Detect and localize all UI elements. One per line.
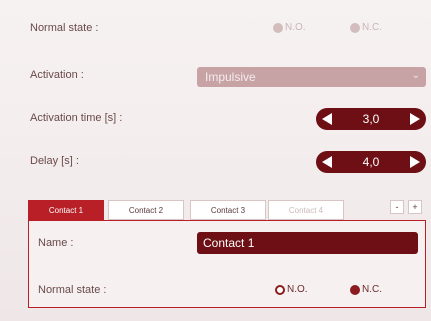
radio-label: N.O. [287, 284, 308, 295]
decrement-arrow-icon[interactable] [322, 113, 332, 125]
activation-label: Activation : [30, 69, 84, 81]
radio-dot-icon [350, 284, 360, 295]
radio-dot-icon [273, 22, 283, 33]
remove-contact-button[interactable]: - [390, 200, 404, 214]
delay-stepper[interactable]: 4,0 [316, 151, 426, 173]
tab-contact-3[interactable]: Contact 3 [190, 200, 266, 220]
activation-select[interactable]: Impulsive ⌄ [197, 67, 426, 87]
activation-time-stepper[interactable]: 3,0 [316, 108, 426, 130]
decrement-arrow-icon[interactable] [322, 156, 332, 168]
contact-name-input[interactable]: Contact 1 [197, 232, 418, 254]
add-contact-button[interactable]: + [408, 200, 422, 214]
tab-contact-2[interactable]: Contact 2 [108, 200, 184, 220]
radio-dot-icon [350, 22, 360, 33]
tab-contact-4[interactable]: Contact 4 [268, 200, 344, 220]
radio-selected-icon [275, 284, 285, 295]
increment-arrow-icon[interactable] [410, 113, 420, 125]
radio-label: N.C. [362, 284, 382, 295]
chevron-down-icon: ⌄ [411, 70, 420, 81]
activation-time-label: Activation time [s] : [30, 112, 123, 124]
radio-label: N.C. [362, 22, 382, 33]
increment-arrow-icon[interactable] [410, 156, 420, 168]
activation-value: Impulsive [205, 70, 256, 84]
delay-value: 4,0 [362, 155, 380, 169]
activation-time-value: 3,0 [362, 112, 380, 126]
normal-state-label: Normal state : [30, 22, 99, 34]
normal-state-no-radio[interactable]: N.O. [273, 22, 306, 33]
contact-settings-panel: Normal state : N.O. N.C. Activation : Im… [0, 0, 431, 321]
normal-state-nc-radio[interactable]: N.C. [350, 22, 382, 33]
radio-label: N.O. [285, 22, 306, 33]
contact-normal-state-nc-radio[interactable]: N.C. [350, 284, 382, 295]
tab-contact-1[interactable]: Contact 1 [28, 200, 104, 220]
contact-name-label: Name : [38, 237, 74, 249]
delay-label: Delay [s] : [30, 155, 79, 167]
contact-normal-state-label: Normal state : [38, 284, 107, 296]
contact-normal-state-no-radio[interactable]: N.O. [275, 284, 308, 295]
